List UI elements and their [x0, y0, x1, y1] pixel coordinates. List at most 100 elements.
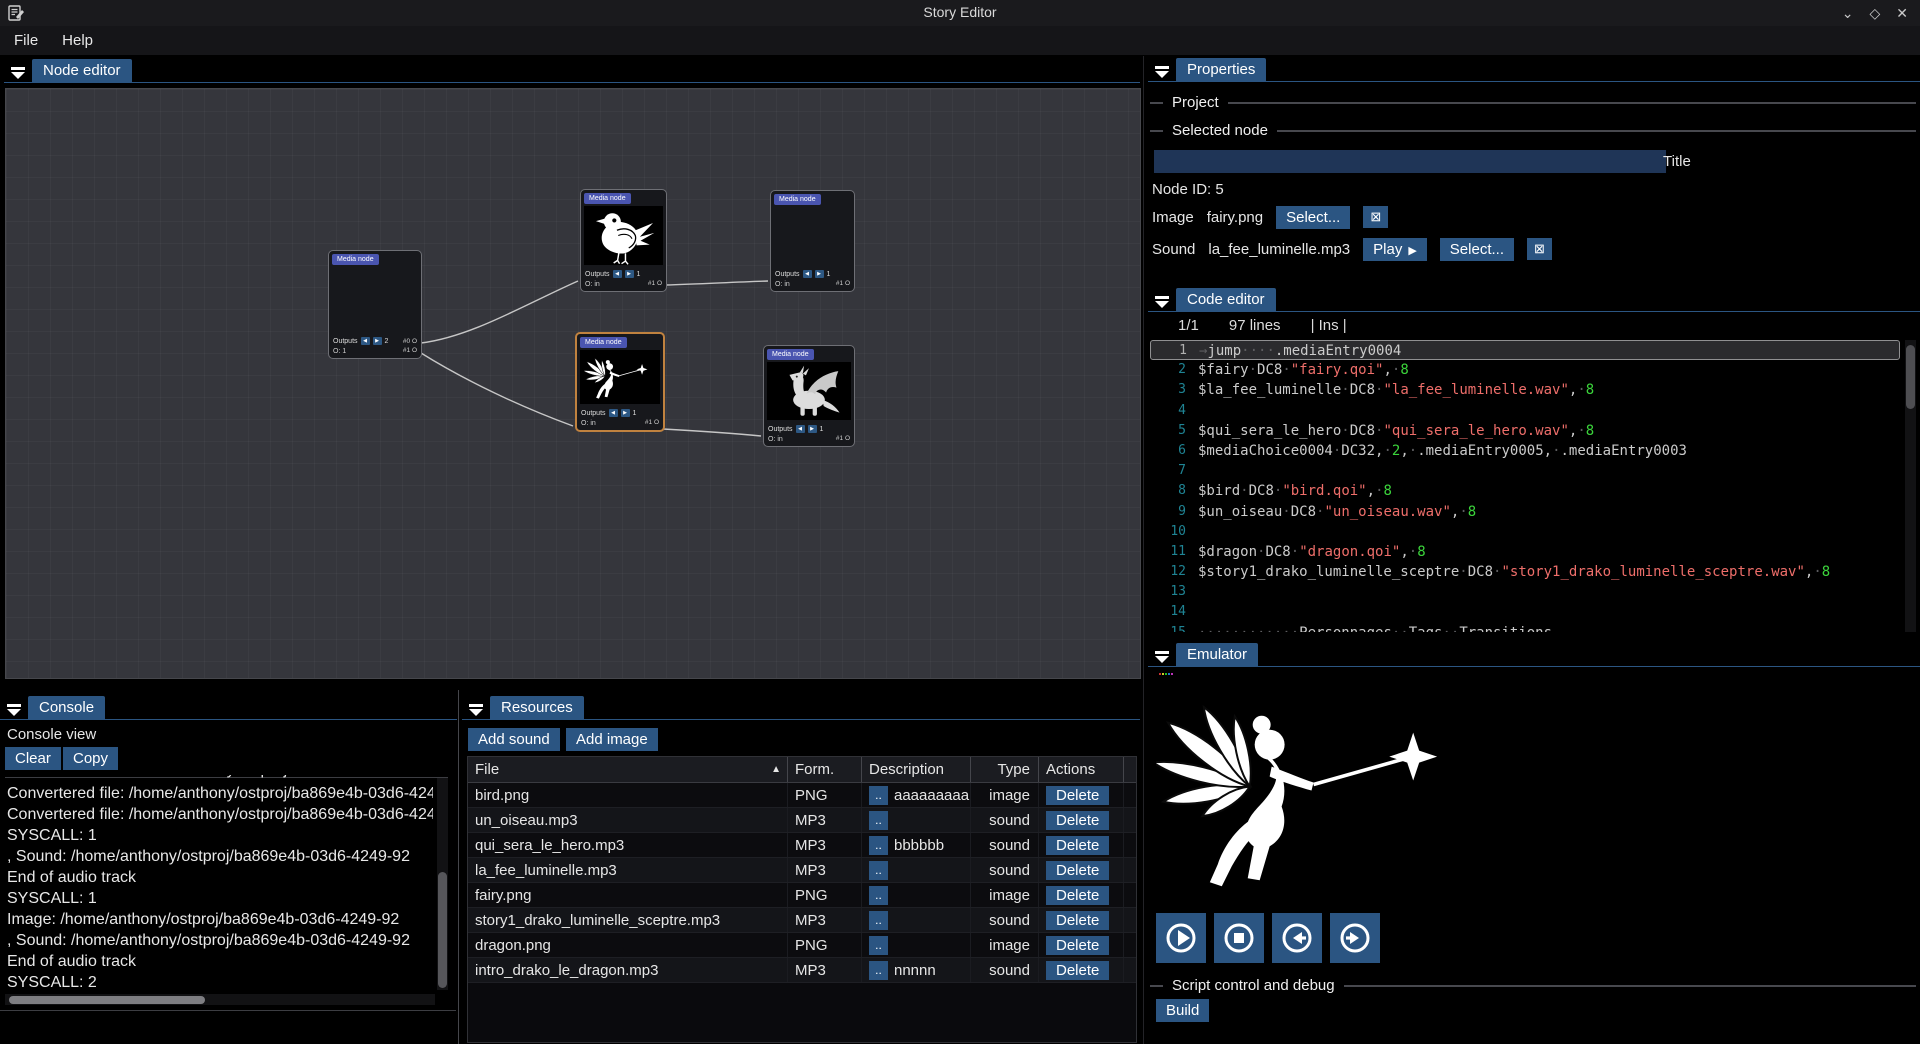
console-log[interactable]: Convertered file: /home/anthony/ostproj/…: [7, 783, 433, 993]
minimize-icon[interactable]: ⌄: [1842, 5, 1854, 22]
table-row[interactable]: la_fee_luminelle.mp3MP3..soundDelete: [468, 858, 1136, 883]
output-port[interactable]: #1 O: [836, 434, 850, 443]
code-line[interactable]: 6$mediaChoice0004·DC32,·2,·.mediaEntry00…: [1150, 441, 1900, 461]
console-copy-button[interactable]: Copy: [63, 747, 118, 770]
emulator-forward-button[interactable]: [1330, 913, 1380, 963]
delete-button[interactable]: Delete: [1046, 911, 1109, 930]
code-vscrollbar-thumb[interactable]: [1906, 345, 1915, 409]
close-icon[interactable]: ✕: [1896, 5, 1908, 22]
graph-node-bird[interactable]: Media nodeOutputs◀▶1O: in#1 O: [580, 189, 667, 292]
menu-file[interactable]: File: [2, 28, 50, 53]
collapse-icon[interactable]: [1155, 65, 1169, 77]
outputs-increment-button[interactable]: ▶: [621, 409, 630, 417]
table-header[interactable]: File▲Form.DescriptionTypeActions: [468, 757, 1136, 783]
console-vscrollbar-thumb[interactable]: [438, 872, 447, 988]
output-port[interactable]: #1 O: [645, 418, 659, 427]
delete-button[interactable]: Delete: [1046, 786, 1109, 805]
output-port[interactable]: #1 O: [836, 279, 850, 288]
collapse-icon[interactable]: [1155, 295, 1169, 307]
code-line[interactable]: 3$la_fee_luminelle·DC8·"la_fee_luminelle…: [1150, 380, 1900, 400]
collapse-icon[interactable]: [7, 703, 21, 715]
code-line[interactable]: 8$bird·DC8·"bird.qoi",·8: [1150, 481, 1900, 501]
description-edit-button[interactable]: ..: [869, 811, 888, 830]
menu-help[interactable]: Help: [50, 28, 105, 53]
delete-button[interactable]: Delete: [1046, 961, 1109, 980]
column-header-form[interactable]: Form.: [788, 757, 862, 782]
output-port[interactable]: #1 O: [648, 279, 662, 288]
emulator-stop-button[interactable]: [1214, 913, 1264, 963]
column-header-description[interactable]: Description: [862, 757, 971, 782]
delete-button[interactable]: Delete: [1046, 886, 1109, 905]
code-line[interactable]: 4: [1150, 401, 1900, 421]
collapse-icon[interactable]: [469, 703, 483, 715]
emulator-play-button[interactable]: [1156, 913, 1206, 963]
delete-button[interactable]: Delete: [1046, 811, 1109, 830]
outputs-increment-button[interactable]: ▶: [373, 337, 382, 345]
delete-button[interactable]: Delete: [1046, 861, 1109, 880]
sound-select-button[interactable]: Select...: [1440, 238, 1514, 261]
outputs-increment-button[interactable]: ▶: [625, 270, 634, 278]
code-line[interactable]: 14: [1150, 602, 1900, 622]
table-row[interactable]: fairy.pngPNG..imageDelete: [468, 883, 1136, 908]
code-line[interactable]: 12$story1_drako_luminelle_sceptre·DC8·"s…: [1150, 562, 1900, 582]
graph-node-fairy[interactable]: Media nodeOutputs◀▶1O: in#1 O: [575, 332, 665, 432]
code-line[interactable]: 9$un_oiseau·DC8·"un_oiseau.wav",·8: [1150, 502, 1900, 522]
build-button[interactable]: Build: [1156, 999, 1209, 1022]
title-input[interactable]: [1154, 150, 1666, 173]
code-editor-text[interactable]: 1→jump····.mediaEntry00042$fairy·DC8·"fa…: [1150, 340, 1900, 632]
description-edit-button[interactable]: ..: [869, 836, 888, 855]
outputs-decrement-button[interactable]: ◀: [803, 270, 812, 278]
description-edit-button[interactable]: ..: [869, 861, 888, 880]
delete-button[interactable]: Delete: [1046, 936, 1109, 955]
image-clear-button[interactable]: ⊠: [1363, 206, 1388, 228]
node-editor-canvas[interactable]: Media nodeOutputs◀▶2O: 1#0 O#1 OMedia no…: [5, 88, 1141, 679]
image-select-button[interactable]: Select...: [1276, 206, 1350, 229]
maximize-icon[interactable]: ◇: [1869, 5, 1880, 22]
table-row[interactable]: qui_sera_le_hero.mp3MP3..bbbbbbsoundDele…: [468, 833, 1136, 858]
description-edit-button[interactable]: ..: [869, 786, 888, 805]
table-row[interactable]: un_oiseau.mp3MP3..soundDelete: [468, 808, 1136, 833]
add-image-button[interactable]: Add image: [566, 728, 658, 751]
table-row[interactable]: bird.pngPNG..aaaaaaaaaimageDelete: [468, 783, 1136, 808]
delete-button[interactable]: Delete: [1046, 836, 1109, 855]
table-row[interactable]: intro_drako_le_dragon.mp3MP3..nnnnnsound…: [468, 958, 1136, 983]
collapse-icon[interactable]: [11, 66, 25, 78]
output-port[interactable]: #0 O: [403, 337, 417, 346]
graph-node-choice[interactable]: Media nodeOutputs◀▶1O: in#1 O: [770, 190, 855, 292]
description-edit-button[interactable]: ..: [869, 961, 888, 980]
code-line[interactable]: 1→jump····.mediaEntry0004: [1150, 340, 1900, 360]
add-sound-button[interactable]: Add sound: [468, 728, 560, 751]
column-header-file[interactable]: File▲: [468, 757, 788, 782]
graph-node-dragon[interactable]: Media nodeOutputs◀▶1O: in#1 O: [763, 345, 855, 447]
outputs-decrement-button[interactable]: ◀: [796, 425, 805, 433]
description-edit-button[interactable]: ..: [869, 886, 888, 905]
sound-play-button[interactable]: Play▶: [1363, 238, 1427, 261]
outputs-increment-button[interactable]: ▶: [808, 425, 817, 433]
table-row[interactable]: dragon.pngPNG..imageDelete: [468, 933, 1136, 958]
emulator-rewind-button[interactable]: [1272, 913, 1322, 963]
outputs-decrement-button[interactable]: ◀: [609, 409, 618, 417]
code-line[interactable]: 13: [1150, 582, 1900, 602]
code-line[interactable]: 5$qui_sera_le_hero·DC8·"qui_sera_le_hero…: [1150, 421, 1900, 441]
code-line[interactable]: 2$fairy·DC8·"fairy.qoi",·8: [1150, 360, 1900, 380]
tab-resources[interactable]: Resources: [490, 696, 584, 720]
table-row[interactable]: story1_drako_luminelle_sceptre.mp3MP3..s…: [468, 908, 1136, 933]
tab-code-editor[interactable]: Code editor: [1176, 288, 1276, 312]
tab-properties[interactable]: Properties: [1176, 58, 1266, 82]
code-line[interactable]: 7: [1150, 461, 1900, 481]
description-edit-button[interactable]: ..: [869, 936, 888, 955]
console-clear-button[interactable]: Clear: [5, 747, 61, 770]
outputs-increment-button[interactable]: ▶: [815, 270, 824, 278]
output-port[interactable]: #1 O: [403, 346, 417, 355]
code-line[interactable]: 15············Personnages··Tags··Transit…: [1150, 623, 1900, 632]
sound-clear-button[interactable]: ⊠: [1527, 238, 1552, 260]
code-line[interactable]: 11$dragon·DC8·"dragon.qoi",·8: [1150, 542, 1900, 562]
console-hscrollbar-thumb[interactable]: [9, 996, 205, 1004]
description-edit-button[interactable]: ..: [869, 911, 888, 930]
outputs-decrement-button[interactable]: ◀: [361, 337, 370, 345]
column-header-type[interactable]: Type: [971, 757, 1039, 782]
code-line[interactable]: 10: [1150, 522, 1900, 542]
outputs-decrement-button[interactable]: ◀: [613, 270, 622, 278]
tab-node-editor[interactable]: Node editor: [32, 59, 132, 83]
tab-emulator[interactable]: Emulator: [1176, 643, 1258, 667]
